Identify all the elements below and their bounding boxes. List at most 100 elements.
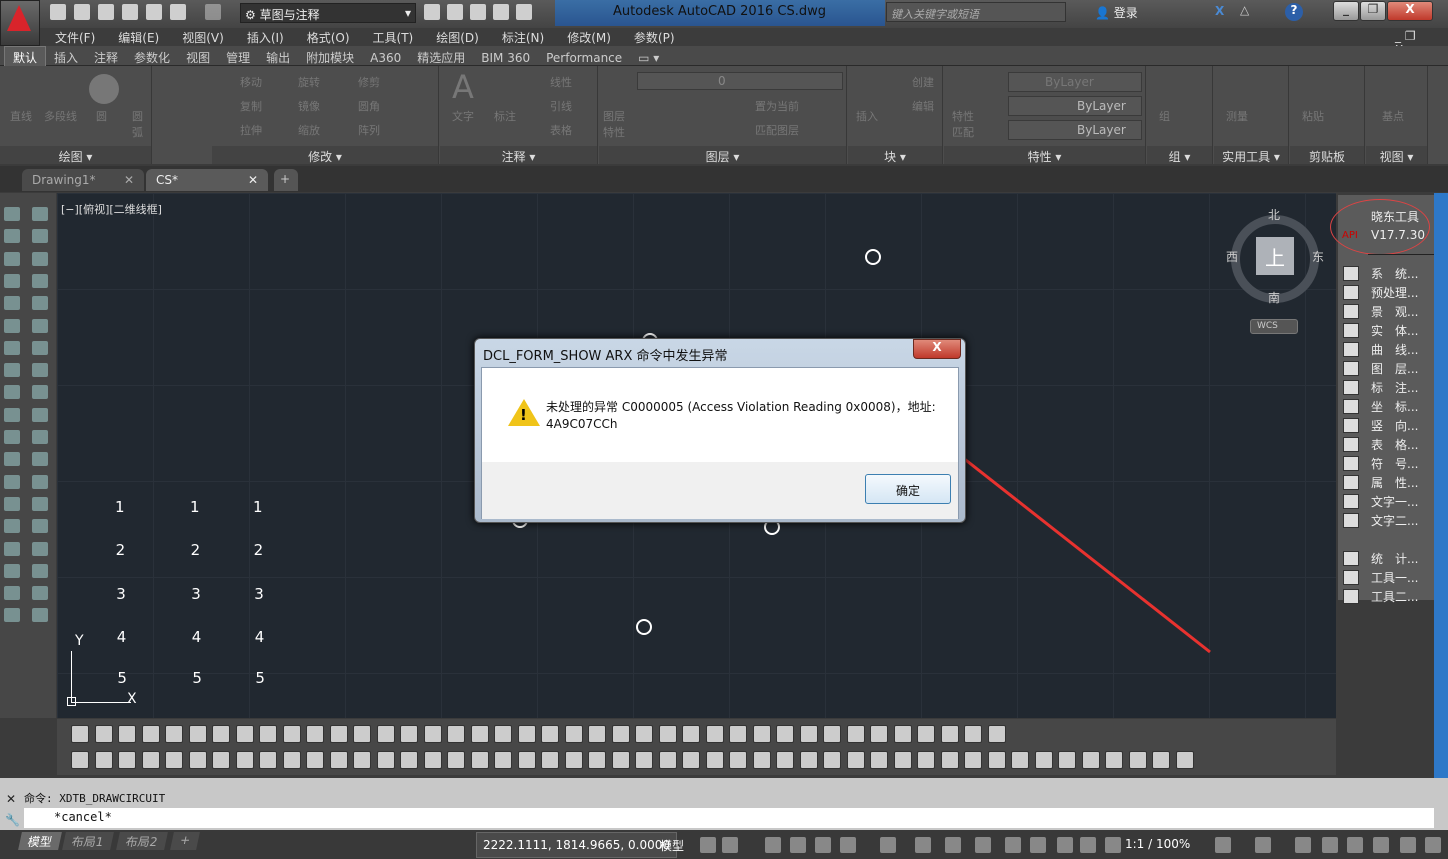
tool-icon[interactable] <box>1128 751 1147 769</box>
command-input[interactable]: *cancel* <box>24 808 1434 828</box>
paste-button[interactable]: 粘贴 <box>1302 108 1324 124</box>
preview-icon[interactable] <box>447 4 463 20</box>
tool-icon[interactable] <box>964 725 982 743</box>
tool-icon[interactable] <box>987 751 1006 769</box>
mirror-button[interactable]: 镜像 <box>298 98 320 114</box>
tool-icon[interactable] <box>423 751 442 769</box>
tool-icon[interactable] <box>32 407 48 422</box>
compass-south[interactable]: 南 <box>1268 289 1280 306</box>
tool-icon[interactable] <box>517 751 536 769</box>
tool-icon[interactable] <box>329 751 348 769</box>
status-toggle-icon[interactable] <box>722 837 738 853</box>
application-menu-button[interactable] <box>0 0 40 46</box>
group-button[interactable]: 组 <box>1159 108 1170 124</box>
help-icon[interactable]: ? <box>1285 3 1303 21</box>
tool-icon[interactable] <box>1343 342 1359 357</box>
linetype-dropdown[interactable]: ByLayer <box>1008 96 1142 116</box>
tool-icon[interactable] <box>705 751 724 769</box>
menu-parameters[interactable]: 参数(P) <box>634 28 675 46</box>
print-icon[interactable] <box>146 4 162 20</box>
tool-icon[interactable] <box>940 725 959 743</box>
wcs-menu[interactable]: WCS <box>1250 319 1298 334</box>
status-toggle-icon[interactable] <box>1105 837 1121 853</box>
tool-menu-item[interactable]: 表 格... <box>1371 436 1418 453</box>
tool-icon[interactable] <box>32 474 48 489</box>
drawing-number[interactable]: 1 <box>115 498 125 516</box>
status-toggle-icon[interactable] <box>1255 837 1271 853</box>
tool-icon[interactable] <box>470 725 489 743</box>
tool-icon[interactable] <box>32 251 48 266</box>
menu-modify[interactable]: 修改(M) <box>567 28 611 46</box>
save-as-icon[interactable] <box>122 4 138 20</box>
tool-icon[interactable] <box>32 229 48 244</box>
tool-icon[interactable] <box>588 751 606 769</box>
trim-button[interactable]: 修剪 <box>358 74 380 90</box>
minimize-button[interactable]: _ <box>1333 1 1359 21</box>
tool-icon[interactable] <box>799 725 818 743</box>
tool-menu-item[interactable]: 统 计... <box>1371 550 1418 567</box>
tab-view[interactable]: 视图 <box>178 47 218 68</box>
tool-menu-item[interactable]: 文字二... <box>1371 512 1418 529</box>
tool-icon[interactable] <box>4 385 20 400</box>
tool-icon[interactable] <box>1343 437 1359 452</box>
linear-button[interactable]: 线性 <box>550 74 572 90</box>
compass-east[interactable]: 东 <box>1312 248 1324 265</box>
status-toggle-icon[interactable] <box>915 837 931 853</box>
tool-menu-item[interactable]: 竖 向... <box>1371 417 1418 434</box>
layout-tab-model[interactable]: 模型 <box>18 832 62 850</box>
tool-icon[interactable] <box>212 725 230 743</box>
tool-icon[interactable] <box>635 725 653 743</box>
tool-icon[interactable] <box>917 751 935 769</box>
tool-icon[interactable] <box>1343 361 1359 376</box>
drawing-number[interactable]: 5 <box>192 669 202 687</box>
tool-icon[interactable] <box>141 751 160 769</box>
status-toggle-icon[interactable] <box>765 837 781 853</box>
tool-icon[interactable] <box>870 725 888 743</box>
close-tab-icon[interactable]: ✕ <box>248 173 258 187</box>
tab-manage[interactable]: 管理 <box>218 47 258 68</box>
match-icon[interactable] <box>516 4 532 20</box>
tool-icon[interactable] <box>329 725 348 743</box>
drawing-number[interactable]: 2 <box>116 541 126 559</box>
tool-icon[interactable] <box>470 751 489 769</box>
tab-output[interactable]: 输出 <box>258 47 298 68</box>
tool-icon[interactable] <box>94 725 113 743</box>
tab-default[interactable]: 默认 <box>4 46 47 68</box>
tool-icon[interactable] <box>282 725 301 743</box>
tool-icon[interactable] <box>141 725 160 743</box>
compass-west[interactable]: 西 <box>1226 248 1238 265</box>
tool-icon[interactable] <box>353 751 371 769</box>
drawing-number[interactable]: 1 <box>253 498 263 516</box>
arc-button[interactable]: 圆弧 <box>132 108 151 140</box>
tool-icon[interactable] <box>541 725 559 743</box>
tool-icon[interactable] <box>1058 751 1076 769</box>
layout-tab-layout1[interactable]: 布局1 <box>62 832 114 850</box>
tool-icon[interactable] <box>188 725 207 743</box>
tool-icon[interactable] <box>752 751 771 769</box>
tool-menu-item[interactable]: 坐 标... <box>1371 398 1418 415</box>
tool-icon[interactable] <box>32 296 48 311</box>
tool-icon[interactable] <box>400 751 418 769</box>
status-toggle-icon[interactable] <box>1215 837 1231 853</box>
status-toggle-icon[interactable] <box>1295 837 1311 853</box>
tool-icon[interactable] <box>235 725 254 743</box>
tool-icon[interactable] <box>682 751 700 769</box>
tool-icon[interactable] <box>541 751 559 769</box>
tool-icon[interactable] <box>32 430 48 444</box>
tool-icon[interactable] <box>1343 285 1359 300</box>
tool-icon[interactable] <box>32 563 48 578</box>
tab-performance[interactable]: Performance <box>538 49 630 67</box>
close-command-icon[interactable]: ✕ <box>6 792 16 806</box>
tool-icon[interactable] <box>4 296 20 311</box>
status-toggle-icon[interactable] <box>880 837 896 853</box>
tool-menu-item[interactable]: 符 号... <box>1371 455 1418 472</box>
tool-icon[interactable] <box>32 363 48 378</box>
publish-icon[interactable] <box>470 4 486 20</box>
circle-entity[interactable] <box>636 619 652 635</box>
base-point-button[interactable]: 基点 <box>1382 108 1404 124</box>
tool-icon[interactable] <box>4 251 20 266</box>
panel-modify-label[interactable]: 修改 ▾ <box>212 146 438 164</box>
tool-icon[interactable] <box>118 725 136 743</box>
move-button[interactable]: 移动 <box>240 74 262 90</box>
menu-insert[interactable]: 插入(I) <box>247 28 284 46</box>
